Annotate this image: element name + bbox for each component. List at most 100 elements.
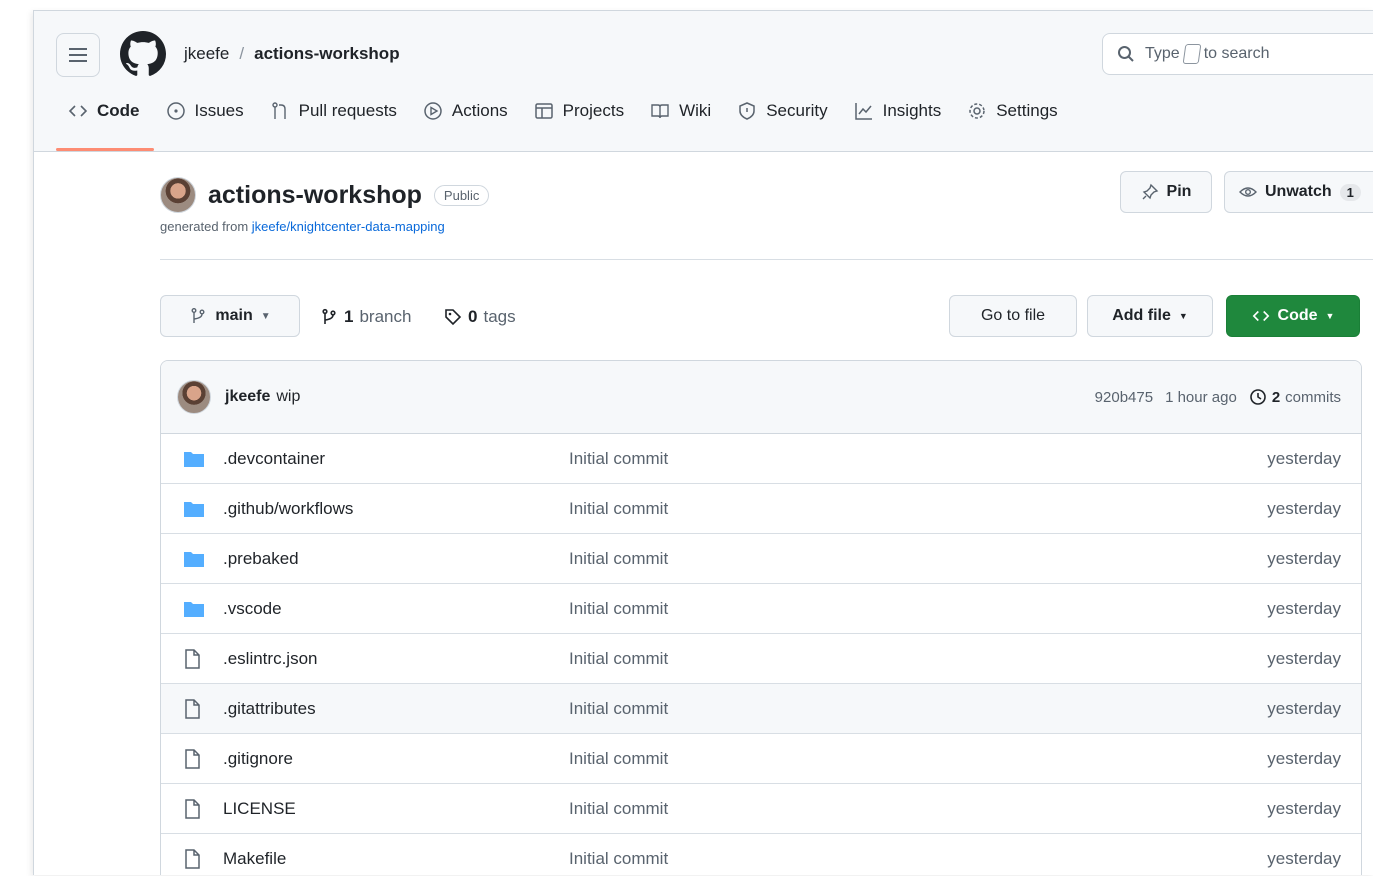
tab-projects[interactable]: Projects	[522, 101, 638, 135]
file-row[interactable]: LICENSE Initial commit yesterday	[161, 784, 1361, 834]
commit-word: commits	[1285, 388, 1341, 406]
hamburger-menu-button[interactable]	[56, 33, 100, 77]
code-icon	[1252, 310, 1269, 322]
repo-header: jkeefe / actions-workshop Type to search …	[34, 11, 1373, 152]
commits-link[interactable]: 2 commits	[1249, 388, 1341, 406]
file-icon	[185, 798, 200, 819]
file-commit-message[interactable]: Initial commit	[569, 549, 1267, 569]
file-commit-date: yesterday	[1267, 498, 1341, 518]
tab-code-label: Code	[97, 101, 140, 120]
file-commit-message[interactable]: Initial commit	[569, 499, 1267, 519]
unwatch-button[interactable]: Unwatch 1	[1224, 171, 1373, 213]
visibility-badge: Public	[433, 184, 490, 206]
tab-security[interactable]: Security	[725, 101, 841, 135]
file-row[interactable]: .github/workflows Initial commit yesterday	[161, 484, 1361, 534]
owner-avatar[interactable]	[160, 177, 196, 213]
file-commit-date: yesterday	[1267, 798, 1341, 818]
file-row[interactable]: .devcontainer Initial commit yesterday	[161, 434, 1361, 484]
file-commit-date: yesterday	[1267, 598, 1341, 618]
file-commit-message[interactable]: Initial commit	[569, 799, 1267, 819]
file-commit-message[interactable]: Initial commit	[569, 449, 1267, 469]
github-logo-icon[interactable]	[120, 31, 166, 77]
file-name[interactable]: .github/workflows	[223, 499, 569, 519]
file-name[interactable]: .gitignore	[223, 749, 569, 769]
tab-actions[interactable]: Actions	[411, 101, 522, 135]
tab-insights-label: Insights	[882, 101, 942, 120]
file-name[interactable]: .gitattributes	[223, 699, 569, 719]
file-commit-message[interactable]: Initial commit	[569, 699, 1267, 719]
go-to-file-button[interactable]: Go to file	[949, 295, 1077, 337]
pin-label: Pin	[1166, 183, 1192, 200]
pin-button[interactable]: Pin	[1120, 171, 1212, 213]
go-to-file-label: Go to file	[980, 307, 1046, 324]
file-icon	[185, 848, 200, 869]
breadcrumb-owner[interactable]: jkeefe	[184, 44, 229, 64]
search-icon	[1118, 46, 1134, 62]
file-icon-wrap	[183, 848, 205, 869]
table-icon	[534, 103, 553, 119]
git-branch-icon	[191, 308, 205, 323]
commit-author[interactable]: jkeefe	[225, 388, 270, 406]
file-commit-message[interactable]: Initial commit	[569, 849, 1267, 869]
search-input[interactable]: Type to search	[1102, 33, 1373, 75]
branch-select[interactable]: main ▼	[160, 295, 300, 337]
folder-icon	[184, 601, 204, 617]
commit-count: 2	[1271, 388, 1281, 406]
menu-icon	[69, 48, 87, 62]
history-icon	[1250, 389, 1266, 405]
file-row[interactable]: .gitattributes Initial commit yesterday	[161, 684, 1361, 734]
branches-link[interactable]: 1 branch	[320, 307, 411, 327]
branch-word: branch	[359, 307, 412, 326]
tags-link[interactable]: 0 tags	[444, 307, 516, 327]
code-dropdown-button[interactable]: Code ▼	[1226, 295, 1360, 337]
file-commit-date: yesterday	[1267, 848, 1341, 868]
tab-wiki[interactable]: Wiki	[638, 101, 725, 135]
add-file-button[interactable]: Add file ▼	[1087, 295, 1213, 337]
template-repo-link[interactable]: jkeefe/knightcenter-data-mapping	[252, 219, 445, 234]
tab-issues-label: Issues	[194, 101, 244, 120]
file-row[interactable]: .gitignore Initial commit yesterday	[161, 734, 1361, 784]
repo-title: actions-workshop Public	[160, 177, 490, 213]
folder-icon-wrap	[183, 500, 205, 518]
file-commit-date: yesterday	[1267, 748, 1341, 768]
chevron-down-icon: ▼	[1325, 311, 1335, 321]
commit-message[interactable]: wip	[276, 388, 300, 406]
tab-actions-label: Actions	[451, 101, 508, 120]
file-row[interactable]: .eslintrc.json Initial commit yesterday	[161, 634, 1361, 684]
file-commit-message[interactable]: Initial commit	[569, 749, 1267, 769]
tab-code[interactable]: Code	[56, 101, 154, 151]
repo-name[interactable]: actions-workshop	[208, 181, 422, 210]
breadcrumb-separator: /	[239, 44, 245, 63]
file-name[interactable]: .eslintrc.json	[223, 649, 569, 669]
graph-icon	[854, 103, 872, 120]
file-name[interactable]: .devcontainer	[223, 449, 569, 469]
file-commit-message[interactable]: Initial commit	[569, 649, 1267, 669]
breadcrumb-repo[interactable]: actions-workshop	[254, 44, 399, 64]
commit-meta: 920b475 1 hour ago 2 commits	[1095, 388, 1341, 406]
file-row[interactable]: .vscode Initial commit yesterday	[161, 584, 1361, 634]
file-name[interactable]: LICENSE	[223, 799, 569, 819]
file-name[interactable]: Makefile	[223, 849, 569, 869]
commit-author-avatar[interactable]	[177, 380, 211, 414]
file-name[interactable]: .vscode	[223, 599, 569, 619]
tag-word: tags	[483, 307, 516, 326]
tab-pull-requests[interactable]: Pull requests	[258, 101, 411, 135]
gear-icon	[969, 103, 985, 119]
file-name[interactable]: .prebaked	[223, 549, 569, 569]
unwatch-label: Unwatch	[1265, 183, 1332, 200]
file-row[interactable]: Makefile Initial commit yesterday	[161, 834, 1361, 875]
header-divider	[160, 259, 1373, 260]
chevron-down-icon: ▼	[1178, 311, 1188, 321]
tab-insights[interactable]: Insights	[842, 101, 956, 135]
tab-projects-label: Projects	[562, 101, 625, 120]
code-button-label: Code	[1277, 307, 1318, 324]
branch-count: 1	[344, 307, 354, 326]
file-commit-message[interactable]: Initial commit	[569, 599, 1267, 619]
generated-from-prefix: generated from	[160, 219, 249, 234]
commit-sha[interactable]: 920b475	[1095, 389, 1153, 406]
tab-settings[interactable]: Settings	[955, 101, 1071, 135]
repo-tabs: Code Issues Pull requests Actions Projec…	[56, 101, 1072, 151]
tab-issues[interactable]: Issues	[154, 101, 258, 135]
file-row[interactable]: .prebaked Initial commit yesterday	[161, 534, 1361, 584]
breadcrumb: jkeefe / actions-workshop	[184, 44, 400, 64]
